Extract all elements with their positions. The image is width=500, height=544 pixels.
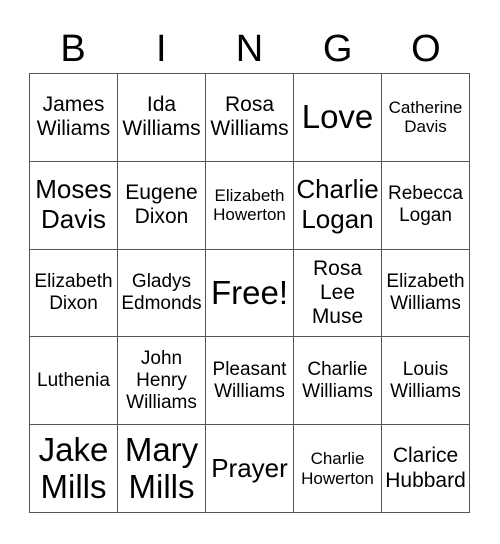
bingo-cell[interactable]: Rosa Lee Muse bbox=[294, 249, 382, 338]
header-letter-g: G bbox=[322, 28, 353, 70]
cell-text: Gladys Edmonds bbox=[121, 271, 202, 314]
cell-text: Luthenia bbox=[37, 369, 110, 391]
bingo-cell[interactable]: Mary Mills bbox=[118, 425, 206, 513]
bingo-cell[interactable]: Charlie Williams bbox=[294, 337, 382, 426]
bingo-cell[interactable]: Rebecca Logan bbox=[382, 161, 470, 250]
cell-text: Clarice Hubbard bbox=[385, 444, 466, 492]
cell-text: Louis Williams bbox=[390, 358, 461, 402]
cell-text: Eugene Dixon bbox=[125, 181, 198, 229]
header-letter-n: N bbox=[235, 28, 264, 70]
bingo-cell[interactable]: Eugene Dixon bbox=[118, 161, 206, 250]
bingo-cell[interactable]: Louis Williams bbox=[382, 337, 470, 426]
bingo-cell[interactable]: Ida Williams bbox=[118, 74, 206, 162]
cell-text: Charlie Williams bbox=[302, 358, 373, 402]
bingo-cell[interactable]: Jake Mills bbox=[30, 425, 118, 513]
cell-text: Elizabeth Howerton bbox=[213, 185, 286, 225]
bingo-cell[interactable]: Luthenia bbox=[30, 337, 118, 426]
bingo-cell[interactable]: James Wiliams bbox=[30, 74, 118, 162]
cell-text: Love bbox=[301, 98, 374, 136]
bingo-cell[interactable]: John Henry Williams bbox=[118, 337, 206, 426]
cell-text: Rosa Williams bbox=[210, 93, 289, 141]
bingo-cell[interactable]: Elizabeth Howerton bbox=[206, 161, 294, 250]
bingo-cell[interactable]: Pleasant Williams bbox=[206, 337, 294, 426]
cell-text: Elizabeth Williams bbox=[386, 271, 465, 314]
cell-text: Pleasant Williams bbox=[212, 358, 287, 402]
header-letter-i: I bbox=[156, 28, 167, 70]
header-letter-o: O bbox=[411, 28, 441, 70]
cell-text: Charlie Howerton bbox=[301, 449, 374, 488]
cell-text: Mary Mills bbox=[124, 431, 199, 505]
bingo-cell[interactable]: Clarice Hubbard bbox=[382, 425, 470, 513]
bingo-cell[interactable]: Moses Davis bbox=[30, 161, 118, 250]
cell-text: John Henry Williams bbox=[126, 348, 197, 413]
bingo-cell[interactable]: Elizabeth Williams bbox=[382, 249, 470, 338]
header-letter-b: B bbox=[60, 28, 86, 70]
cell-text: Rebecca Logan bbox=[388, 183, 463, 227]
bingo-card-grid: James Wiliams Ida Williams Rosa Williams… bbox=[29, 73, 470, 513]
cell-text: Catherine Davis bbox=[388, 97, 463, 137]
cell-text: Prayer bbox=[211, 452, 288, 483]
bingo-cell[interactable]: Gladys Edmonds bbox=[118, 249, 206, 338]
free-space-cell[interactable]: Free! bbox=[206, 249, 294, 338]
cell-text: Elizabeth Dixon bbox=[34, 271, 113, 314]
bingo-cell[interactable]: Love bbox=[294, 74, 382, 162]
cell-text: Charlie Logan bbox=[296, 174, 379, 235]
cell-text: Jake Mills bbox=[38, 431, 109, 505]
bingo-cell[interactable]: Charlie Logan bbox=[294, 161, 382, 250]
cell-text: Moses Davis bbox=[35, 174, 112, 235]
bingo-header: B I N G O bbox=[29, 24, 470, 74]
bingo-cell[interactable]: Charlie Howerton bbox=[294, 425, 382, 513]
cell-text: Free! bbox=[210, 273, 289, 311]
cell-text: James Wiliams bbox=[36, 93, 111, 141]
bingo-cell[interactable]: Rosa Williams bbox=[206, 74, 294, 162]
bingo-cell[interactable]: Prayer bbox=[206, 425, 294, 513]
bingo-cell[interactable]: Catherine Davis bbox=[382, 74, 470, 162]
cell-text: Rosa Lee Muse bbox=[311, 256, 364, 329]
cell-text: Ida Williams bbox=[122, 93, 201, 141]
bingo-cell[interactable]: Elizabeth Dixon bbox=[30, 249, 118, 338]
